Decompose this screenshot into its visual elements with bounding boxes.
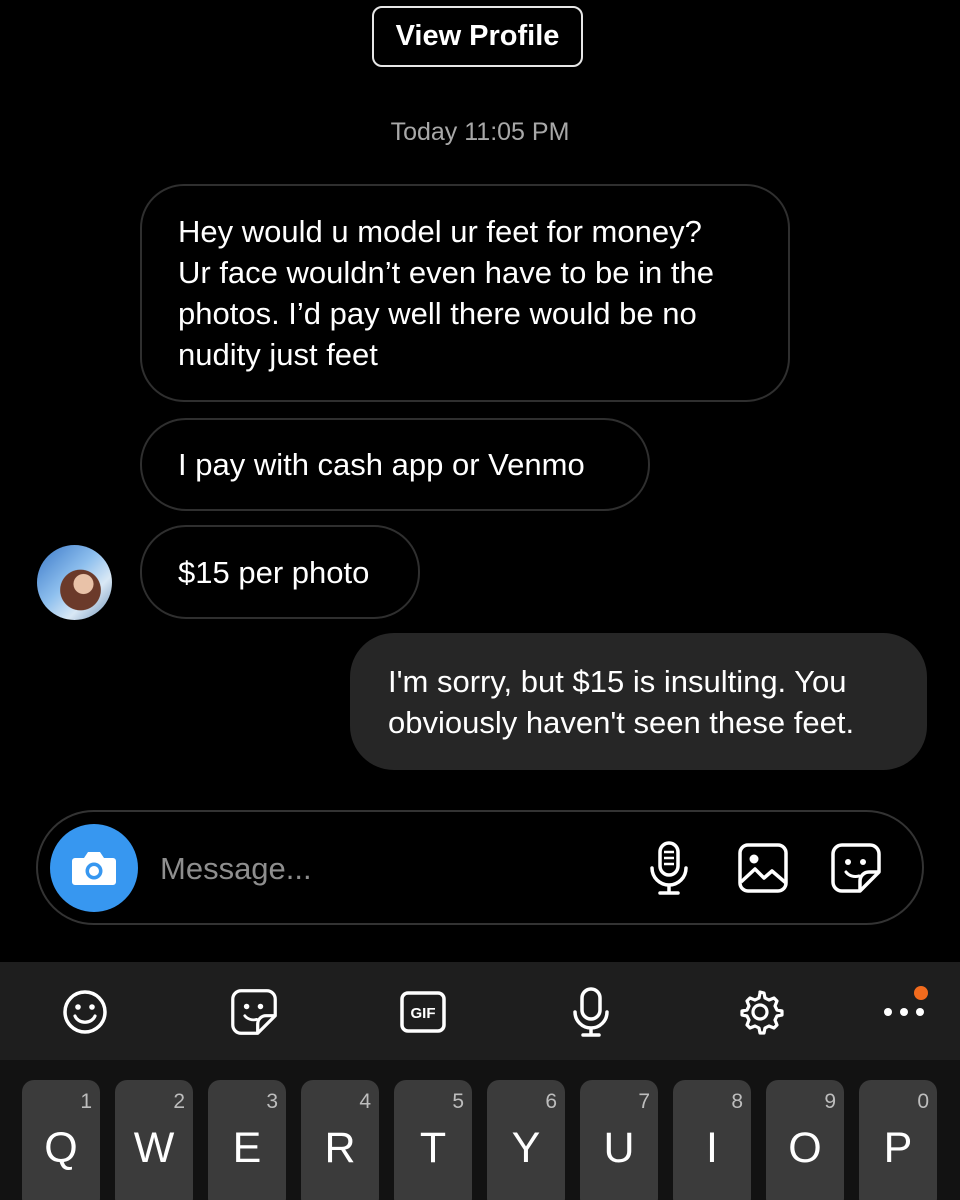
key-number-hint: 3 — [266, 1090, 278, 1113]
message-timestamp: Today 11:05 PM — [390, 118, 570, 146]
key-letter: R — [324, 1124, 356, 1172]
emoji-icon[interactable] — [59, 986, 111, 1038]
key-q[interactable]: 1Q — [22, 1080, 100, 1200]
key-letter: O — [788, 1124, 822, 1172]
keyboard: 1Q2W3E4R5T6Y7U8I9O0P — [0, 1060, 960, 1200]
key-number-hint: 4 — [359, 1090, 371, 1113]
key-e[interactable]: 3E — [208, 1080, 286, 1200]
key-y[interactable]: 6Y — [487, 1080, 565, 1200]
key-t[interactable]: 5T — [394, 1080, 472, 1200]
key-r[interactable]: 4R — [301, 1080, 379, 1200]
key-number-hint: 1 — [80, 1090, 92, 1113]
incoming-message-bubble[interactable]: $15 per photo — [140, 525, 420, 619]
sender-avatar[interactable] — [37, 545, 112, 620]
settings-gear-icon[interactable] — [734, 986, 786, 1038]
key-number-hint: 0 — [917, 1090, 929, 1113]
message-text-line: photos. I’d pay well there would be no — [178, 296, 697, 331]
message-text-line: nudity just feet — [178, 337, 378, 372]
microphone-icon[interactable] — [641, 840, 697, 896]
message-text-line: I pay with cash app or Venmo — [178, 447, 585, 482]
key-number-hint: 2 — [173, 1090, 185, 1113]
key-number-hint: 8 — [731, 1090, 743, 1113]
key-u[interactable]: 7U — [580, 1080, 658, 1200]
message-text-line: I'm sorry, but $15 is insulting. You — [388, 664, 847, 699]
key-p[interactable]: 0P — [859, 1080, 937, 1200]
key-o[interactable]: 9O — [766, 1080, 844, 1200]
keyboard-toolbar: GIF — [0, 962, 960, 1060]
key-number-hint: 6 — [545, 1090, 557, 1113]
key-letter: Y — [511, 1124, 541, 1172]
gallery-icon[interactable] — [735, 840, 791, 896]
view-profile-button[interactable]: View Profile — [372, 6, 583, 67]
key-letter: I — [706, 1124, 718, 1172]
key-number-hint: 7 — [638, 1090, 650, 1113]
camera-icon — [72, 852, 116, 885]
outgoing-message-bubble[interactable]: I'm sorry, but $15 is insulting. You obv… — [350, 633, 927, 770]
incoming-message-bubble[interactable]: I pay with cash app or Venmo — [140, 418, 650, 511]
key-letter: U — [603, 1124, 635, 1172]
gif-label: GIF — [411, 1005, 436, 1022]
key-number-hint: 5 — [452, 1090, 464, 1113]
key-number-hint: 9 — [824, 1090, 836, 1113]
key-letter: Q — [44, 1124, 78, 1172]
notification-dot — [914, 986, 928, 1000]
key-letter: W — [133, 1124, 175, 1172]
message-composer — [36, 810, 924, 925]
incoming-message-bubble[interactable]: Hey would u model ur feet for money? Ur … — [140, 184, 790, 402]
key-letter: T — [419, 1124, 447, 1172]
voice-input-icon[interactable] — [565, 986, 617, 1038]
message-text-line: obviously haven't seen these feet. — [388, 705, 855, 740]
key-i[interactable]: 8I — [673, 1080, 751, 1200]
message-input[interactable] — [158, 848, 582, 890]
message-text-line: $15 per photo — [178, 554, 370, 590]
gif-icon[interactable]: GIF — [397, 986, 449, 1038]
camera-button[interactable] — [50, 824, 138, 912]
dm-screen: View Profile Today 11:05 PM Hey would u … — [0, 0, 960, 1200]
key-letter: E — [232, 1124, 262, 1172]
keyboard-sticker-icon[interactable] — [228, 986, 280, 1038]
key-letter: P — [883, 1124, 913, 1172]
message-text-line: Hey would u model ur feet for money? — [178, 214, 702, 249]
key-w[interactable]: 2W — [115, 1080, 193, 1200]
sticker-icon[interactable] — [828, 840, 884, 896]
message-text-line: Ur face wouldn’t even have to be in the — [178, 255, 714, 290]
